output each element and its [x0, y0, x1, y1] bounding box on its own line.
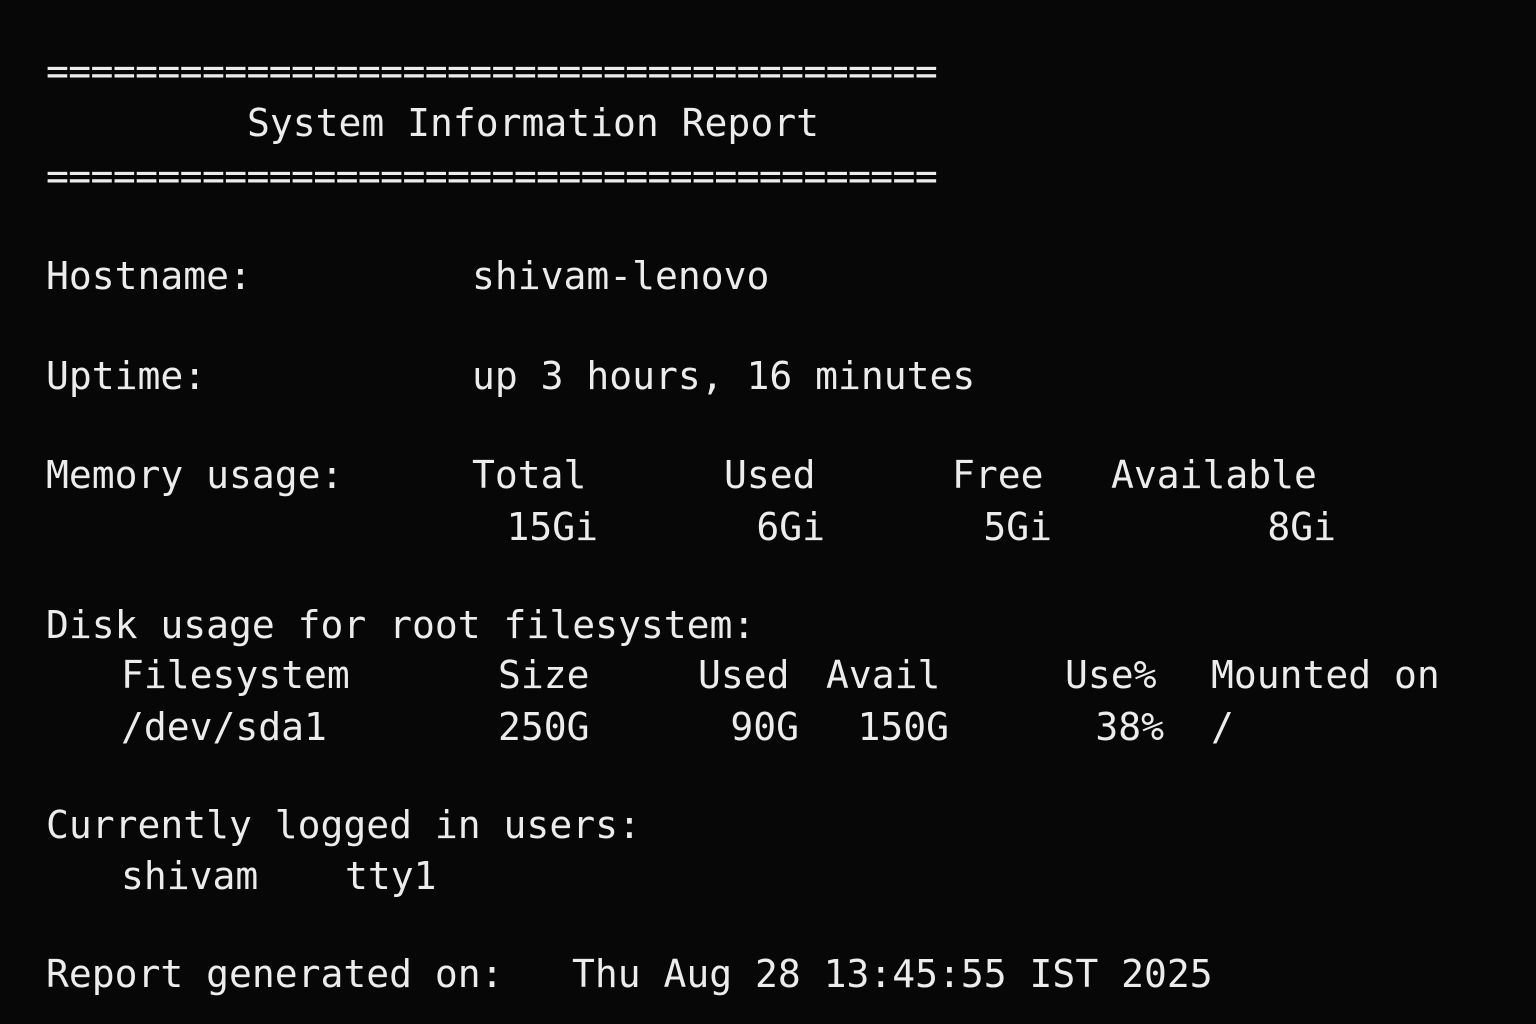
users-label: Currently logged in users: — [46, 803, 641, 847]
memory-header-used: Used — [724, 453, 816, 497]
user-tty: tty1 — [345, 854, 437, 898]
hostname-label: Hostname: — [46, 254, 252, 298]
generated-label: Report generated on: — [46, 952, 504, 996]
disk-header-avail: Avail — [826, 653, 941, 697]
disk-row-avail: 150G — [857, 705, 949, 749]
disk-row-size: 250G — [498, 705, 590, 749]
memory-header-free: Free — [952, 453, 1044, 497]
generated-value: Thu Aug 28 13:45:55 IST 2025 — [572, 952, 1213, 996]
memory-label: Memory usage: — [46, 453, 344, 497]
hostname-value: shivam-lenovo — [472, 254, 770, 298]
disk-header-size: Size — [498, 653, 590, 697]
memory-value-free: 5Gi — [983, 505, 1052, 549]
disk-row-used: 90G — [730, 705, 799, 749]
uptime-label: Uptime: — [46, 354, 207, 398]
disk-row-use-percent: 38% — [1095, 705, 1164, 749]
user-name: shivam — [121, 854, 259, 898]
memory-header-available: Available — [1111, 453, 1317, 497]
memory-value-total: 15Gi — [506, 505, 598, 549]
memory-value-used: 6Gi — [756, 505, 825, 549]
report-title: System Information Report — [247, 101, 819, 145]
uptime-value: up 3 hours, 16 minutes — [472, 354, 976, 398]
terminal-window: ========================================… — [0, 0, 1536, 1024]
header-separator-bottom: ======================================== — [46, 154, 938, 198]
disk-header-use-percent: Use% — [1065, 653, 1157, 697]
disk-label: Disk usage for root filesystem: — [46, 603, 756, 647]
disk-header-filesystem: Filesystem — [121, 653, 350, 697]
header-separator-top: ======================================== — [46, 49, 938, 93]
memory-header-total: Total — [472, 453, 587, 497]
disk-header-mounted-on: Mounted on — [1211, 653, 1440, 697]
disk-row-filesystem: /dev/sda1 — [121, 705, 327, 749]
memory-value-available: 8Gi — [1267, 505, 1336, 549]
disk-row-mounted-on: / — [1211, 705, 1234, 749]
disk-header-used: Used — [698, 653, 790, 697]
